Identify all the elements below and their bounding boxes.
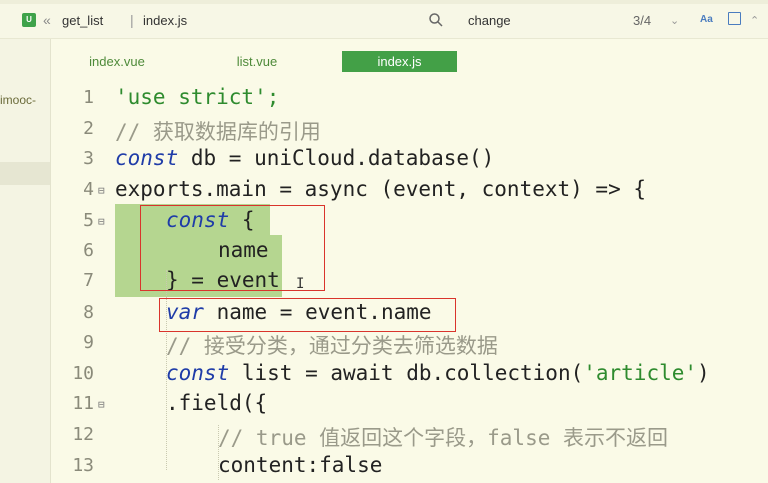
code-line[interactable]: const list = await db.collection('articl… — [166, 361, 710, 385]
line-number: 8 — [83, 302, 94, 323]
line-number: 13 — [72, 455, 94, 476]
fold-toggle-icon[interactable]: ⊟ — [98, 215, 105, 228]
title-bar: U « get_list | index.js change 3/4 ⌄ Aa … — [0, 0, 768, 39]
code-line[interactable]: 'use strict'; — [115, 85, 279, 109]
search-input[interactable]: change — [468, 13, 511, 28]
line-number: 5 — [83, 210, 94, 231]
code-line[interactable]: const db = uniCloud.database() — [115, 146, 494, 170]
breadcrumb-project[interactable]: get_list — [62, 13, 103, 28]
match-case-icon[interactable]: Aa — [700, 14, 713, 25]
chevron-up-icon[interactable]: ⌃ — [750, 14, 759, 27]
fold-toggle-icon[interactable]: ⊟ — [98, 184, 105, 197]
line-number: 10 — [72, 363, 94, 384]
line-number: 7 — [83, 270, 94, 291]
line-number: 6 — [83, 240, 94, 261]
line-number: 4 — [83, 179, 94, 200]
line-number: 9 — [83, 332, 94, 353]
collapse-icon[interactable]: « — [43, 12, 51, 28]
code-line[interactable]: // 获取数据库的引用 — [115, 116, 321, 146]
tab-index-vue[interactable]: index.vue — [77, 51, 157, 72]
line-number: 3 — [83, 148, 94, 169]
project-logo-icon: U — [22, 13, 36, 27]
code-line[interactable]: exports.main = async (event, context) =>… — [115, 177, 646, 201]
code-line[interactable]: // 接受分类，通过分类去筛选数据 — [166, 330, 498, 360]
text-cursor-icon: I — [296, 276, 305, 292]
sidebar-project-label[interactable]: imooc- — [0, 93, 50, 107]
line-number: 11 — [72, 393, 94, 414]
search-icon[interactable] — [428, 12, 444, 28]
top-strip — [0, 0, 768, 4]
chevron-down-icon[interactable]: ⌄ — [670, 14, 679, 27]
fold-toggle-icon[interactable]: ⊟ — [98, 398, 105, 411]
line-number: 2 — [83, 118, 94, 139]
whole-word-icon[interactable] — [728, 12, 741, 25]
editor-tabs: index.vue list.vue index.js — [52, 40, 768, 74]
code-line[interactable]: content:false — [218, 453, 382, 477]
tab-list-vue[interactable]: list.vue — [217, 51, 297, 72]
match-count: 3/4 — [633, 13, 652, 28]
line-number: 1 — [83, 87, 94, 108]
code-line[interactable]: // true 值返回这个字段，false 表示不返回 — [218, 422, 668, 452]
annotation-box — [159, 298, 456, 332]
breadcrumb-file[interactable]: index.js — [143, 13, 187, 28]
breadcrumb-divider: | — [130, 12, 134, 28]
project-sidebar: imooc- — [0, 39, 51, 483]
code-line[interactable]: .field({ — [166, 391, 267, 415]
line-number: 12 — [72, 424, 94, 445]
tab-index-js[interactable]: index.js — [342, 51, 457, 72]
sidebar-selected-item[interactable] — [0, 162, 50, 185]
